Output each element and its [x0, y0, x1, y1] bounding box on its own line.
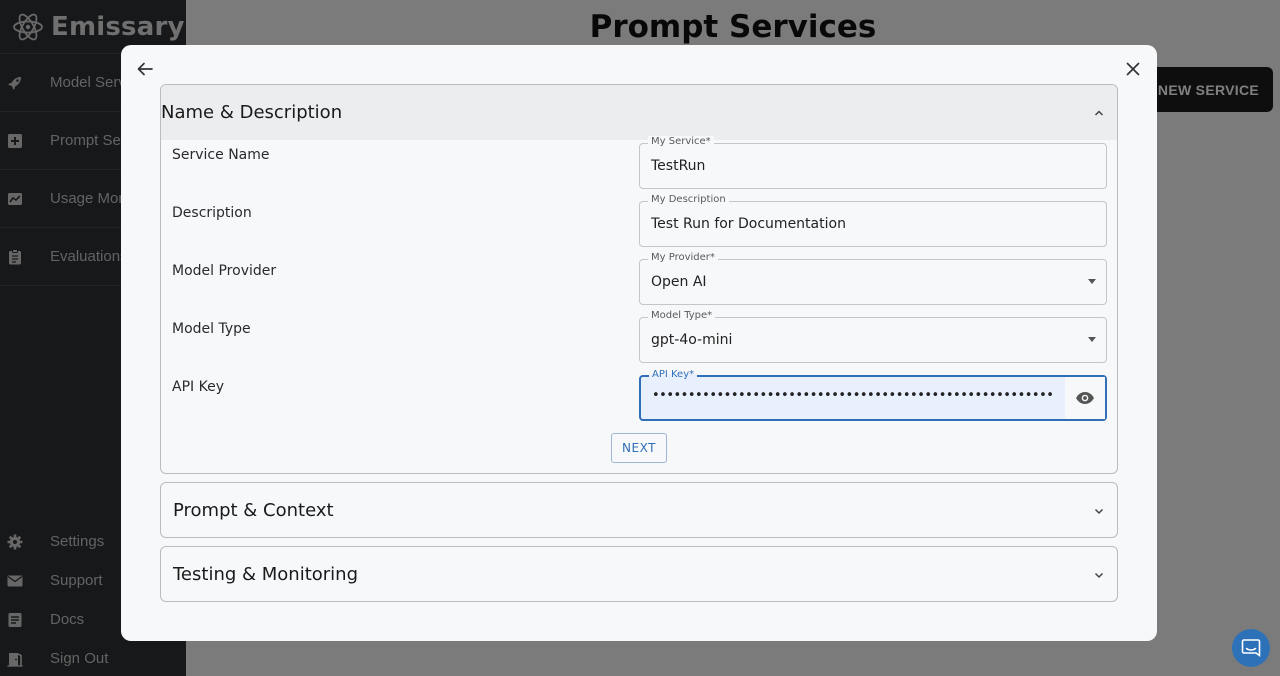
- arrow-left-icon: [137, 62, 153, 76]
- chevron-down-icon: [1094, 572, 1104, 578]
- row-label: Service Name: [172, 147, 270, 163]
- service-name-input[interactable]: My Service* TestRun: [639, 136, 1107, 189]
- section-title: Testing & Monitoring: [173, 564, 359, 585]
- form-row-model-type: Model Type Model Type* gpt-4o-mini: [161, 310, 1117, 363]
- model-type-select[interactable]: Model Type* gpt-4o-mini: [639, 310, 1107, 363]
- field-label: Model Type*: [648, 310, 716, 321]
- dropdown-caret-icon: [1088, 279, 1096, 284]
- row-label: Description: [172, 205, 252, 221]
- form-row-model-provider: Model Provider My Provider* Open AI: [161, 252, 1117, 305]
- section-title: Name & Description: [161, 102, 343, 123]
- field-label: My Description: [648, 194, 729, 205]
- section-title: Prompt & Context: [173, 500, 334, 521]
- field-value: Test Run for Documentation: [651, 216, 846, 232]
- close-button[interactable]: [1123, 59, 1143, 79]
- field-label: API Key*: [649, 369, 698, 380]
- chat-launcher-button[interactable]: [1232, 629, 1270, 667]
- description-input[interactable]: My Description Test Run for Documentatio…: [639, 194, 1107, 247]
- row-label: Model Type: [172, 321, 251, 337]
- form-row-description: Description My Description Test Run for …: [161, 194, 1117, 247]
- section-header[interactable]: Name & Description: [161, 85, 1117, 140]
- section-testing-monitoring: Testing & Monitoring: [160, 546, 1118, 602]
- form-row-service-name: Service Name My Service* TestRun: [161, 136, 1117, 189]
- section-header[interactable]: Prompt & Context: [161, 483, 1117, 537]
- field-value: TestRun: [651, 158, 706, 174]
- next-button[interactable]: NEXT: [611, 433, 667, 463]
- toggle-visibility-button[interactable]: [1065, 377, 1105, 419]
- model-provider-select[interactable]: My Provider* Open AI: [639, 252, 1107, 305]
- form-row-api-key: API Key API Key* •••••••••••••••••••••••…: [161, 369, 1117, 421]
- row-label: Model Provider: [172, 263, 277, 279]
- row-label: API Key: [172, 379, 224, 395]
- chat-icon: [1241, 639, 1261, 658]
- field-label: My Provider*: [648, 252, 718, 263]
- field-value: gpt-4o-mini: [651, 332, 733, 348]
- field-label: My Service*: [648, 136, 714, 147]
- eye-icon: [1076, 392, 1094, 404]
- back-button[interactable]: [135, 59, 155, 79]
- api-key-input[interactable]: API Key* •••••••••••••••••••••••••••••••…: [639, 369, 1107, 421]
- section-header[interactable]: Testing & Monitoring: [161, 547, 1117, 601]
- field-value: ••••••••••••••••••••••••••••••••••••••••…: [652, 388, 1054, 403]
- chevron-up-icon: [1094, 109, 1104, 116]
- close-icon: [1126, 62, 1140, 76]
- chevron-down-icon: [1094, 508, 1104, 514]
- dropdown-caret-icon: [1088, 337, 1096, 342]
- create-service-dialog: Name & Description Service Name My Servi…: [121, 45, 1157, 641]
- section-prompt-context: Prompt & Context: [160, 482, 1118, 538]
- field-value: Open AI: [651, 274, 707, 290]
- section-name-description: Name & Description Service Name My Servi…: [160, 84, 1118, 474]
